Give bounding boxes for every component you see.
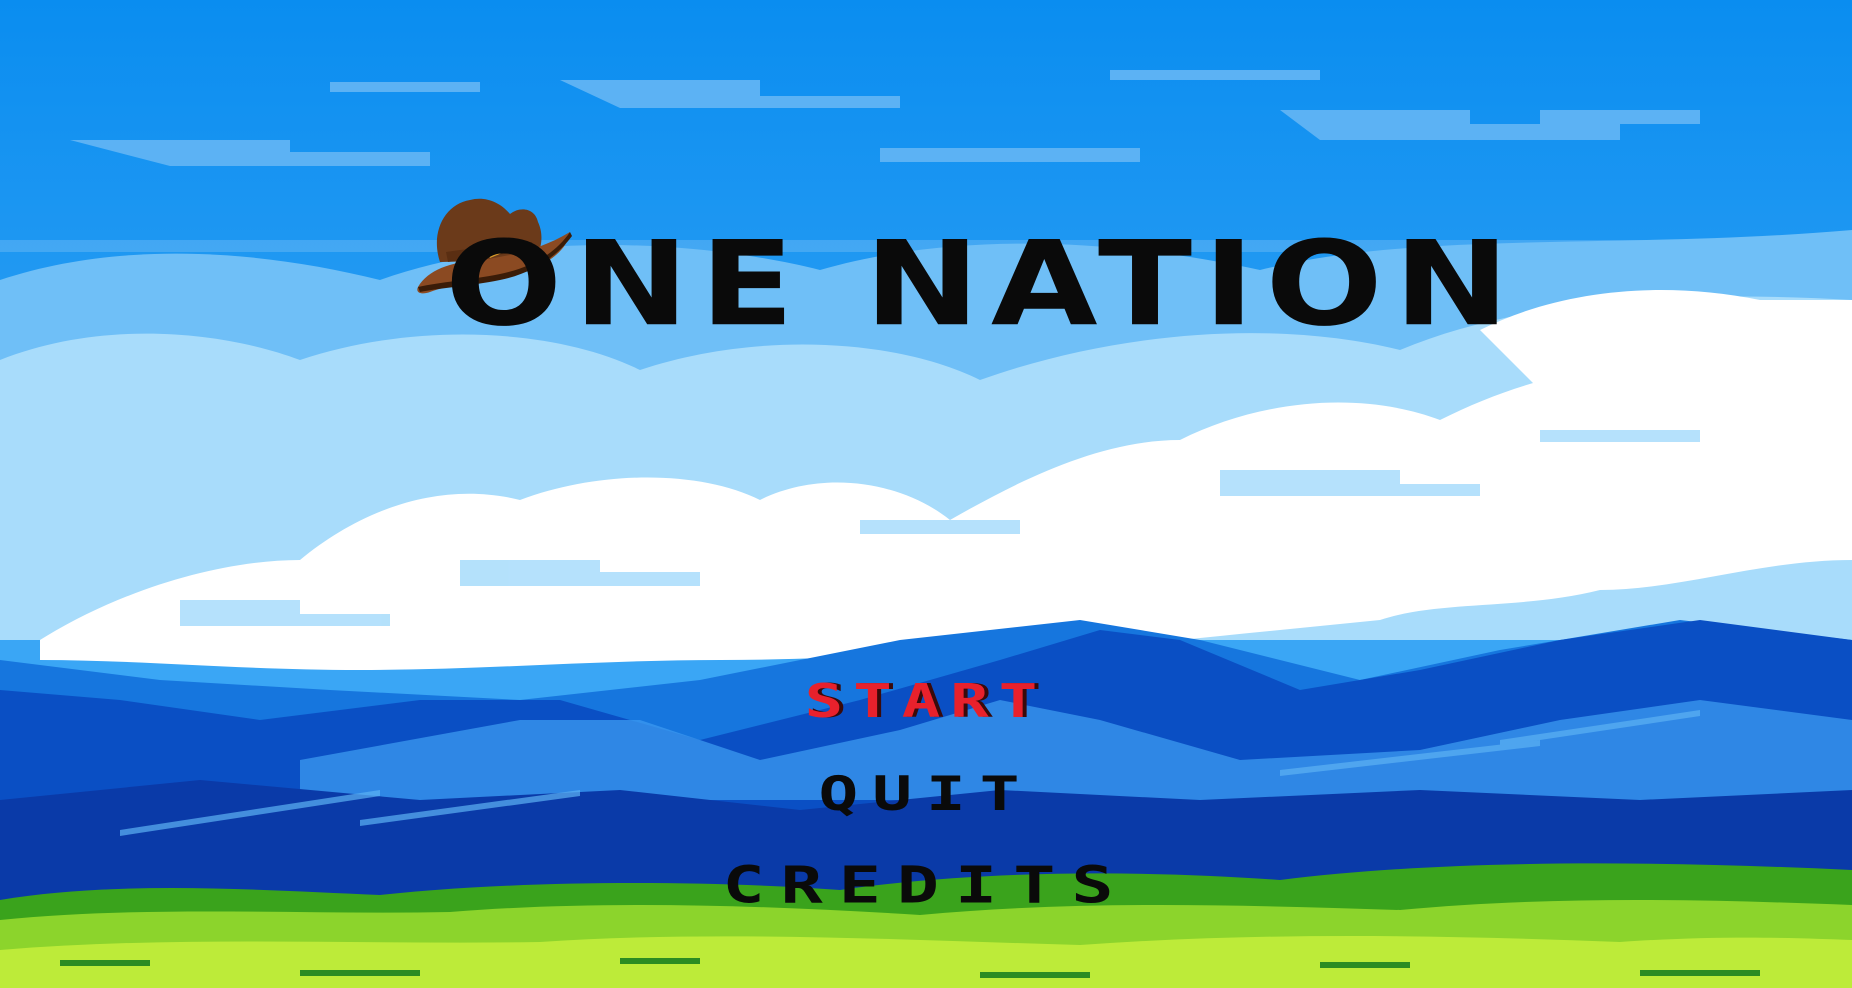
menu-start-button[interactable]: START [0,662,1852,742]
background-landscape [0,0,1852,988]
menu-credits-label: CREDITS [722,855,1130,915]
menu-quit-label: QUIT [818,765,1034,822]
menu-start-label: START [804,675,1048,729]
menu-credits-button[interactable]: CREDITS [0,845,1852,925]
game-title: ONE NATION [445,216,1521,353]
menu-quit-button[interactable]: QUIT [0,754,1852,834]
